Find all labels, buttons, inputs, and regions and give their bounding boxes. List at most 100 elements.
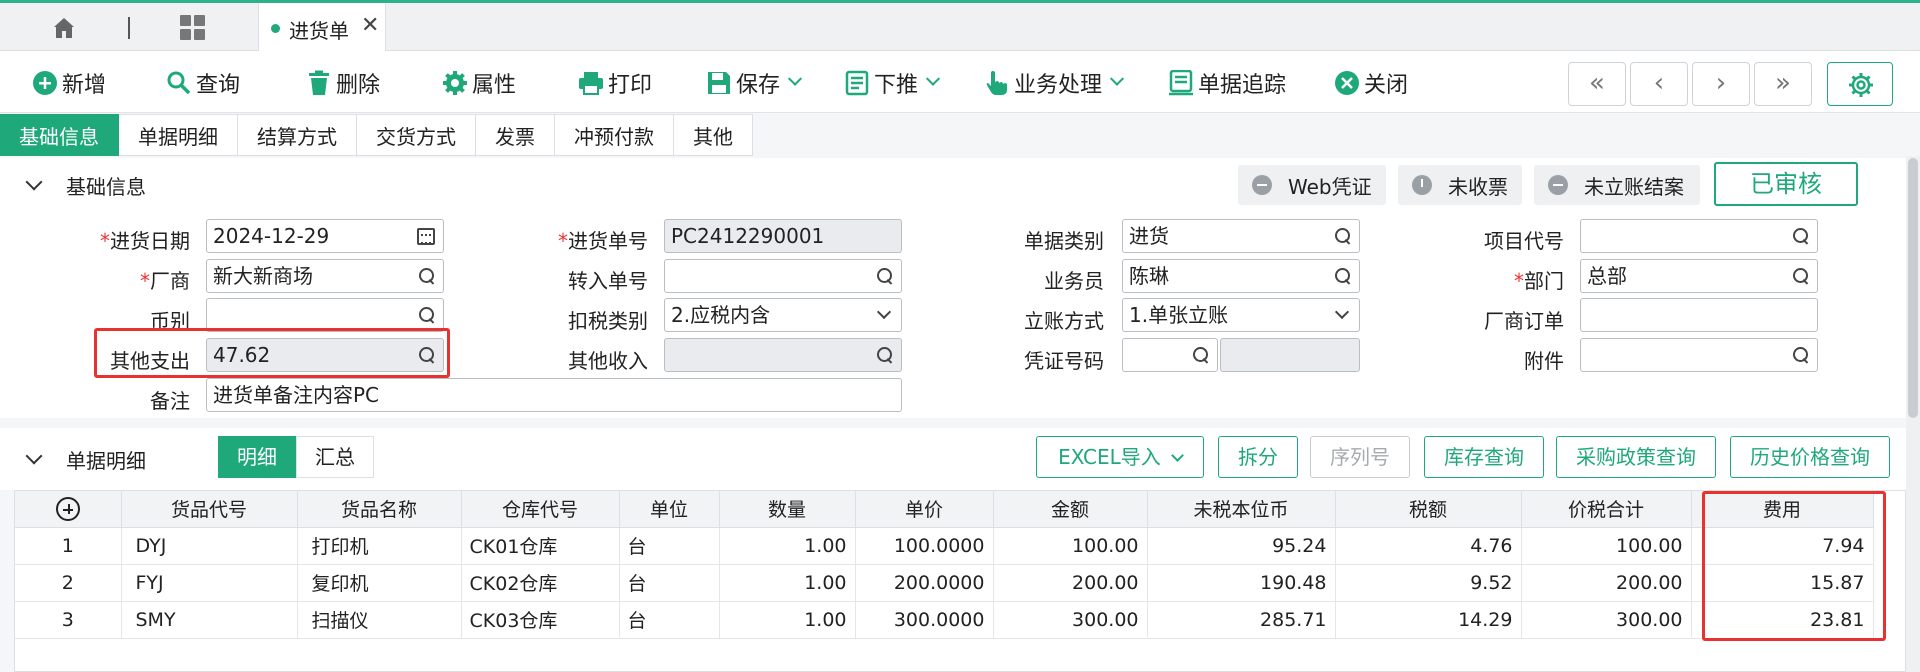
- cell-tax[interactable]: 9.52: [1335, 564, 1522, 602]
- cell-name[interactable]: 扫描仪: [297, 601, 462, 639]
- lookup-search-icon[interactable]: [1335, 268, 1351, 284]
- close-tab-icon[interactable]: ✕: [361, 13, 379, 38]
- cell-price[interactable]: 300.0000: [855, 601, 994, 639]
- lookup-search-icon[interactable]: [1793, 228, 1809, 244]
- cell-total[interactable]: 300.00: [1521, 601, 1692, 639]
- column-header[interactable]: 未税本位币: [1147, 491, 1336, 528]
- cell-warehouse[interactable]: CK03仓库: [461, 601, 620, 639]
- column-header[interactable]: 单位: [619, 491, 720, 528]
- collapse-chevron-icon[interactable]: [25, 173, 43, 191]
- cell-warehouse[interactable]: CK01仓库: [461, 527, 620, 565]
- import-no-field[interactable]: [664, 259, 902, 293]
- tab-other[interactable]: 其他: [674, 114, 753, 156]
- new-button[interactable]: 新增: [32, 68, 106, 98]
- trace-button[interactable]: 单据追踪: [1168, 68, 1286, 98]
- cell-code[interactable]: DYJ: [121, 527, 298, 565]
- purchase-date-field[interactable]: 2024-12-29: [206, 219, 444, 253]
- home-icon[interactable]: [52, 17, 76, 39]
- column-header[interactable]: 单价: [855, 491, 994, 528]
- column-header[interactable]: 数量: [719, 491, 856, 528]
- cell-qty[interactable]: 1.00: [719, 564, 856, 602]
- cell-pretax[interactable]: 285.71: [1147, 601, 1336, 639]
- table-row[interactable]: 3 SMY 扫描仪 CK03仓库 台 1.00 300.0000 300.00 …: [15, 601, 1874, 639]
- last-record-button[interactable]: »: [1754, 62, 1812, 106]
- chevron-down-icon[interactable]: [876, 304, 892, 320]
- tax-type-select[interactable]: 2.应税内含: [664, 298, 902, 332]
- lookup-search-icon[interactable]: [877, 268, 893, 284]
- voucher-no-field[interactable]: [1122, 338, 1218, 372]
- view-summary-button[interactable]: 汇总: [296, 436, 374, 478]
- view-detail-button[interactable]: 明细: [218, 436, 296, 478]
- cell-code[interactable]: SMY: [121, 601, 298, 639]
- cell-unit[interactable]: 台: [619, 527, 720, 565]
- push-down-button[interactable]: 下推: [844, 68, 941, 98]
- price-history-query-button[interactable]: 历史价格查询: [1730, 436, 1890, 478]
- tab-purchase-order[interactable]: 进货单 ✕: [258, 3, 386, 54]
- lookup-search-icon[interactable]: [877, 347, 893, 363]
- column-header[interactable]: 金额: [993, 491, 1148, 528]
- inventory-query-button[interactable]: 库存查询: [1424, 436, 1544, 478]
- vertical-scrollbar[interactable]: [1906, 156, 1920, 672]
- vendor-order-field[interactable]: [1580, 298, 1818, 332]
- column-header[interactable]: 仓库代号: [461, 491, 620, 528]
- cell-qty[interactable]: 1.00: [719, 527, 856, 565]
- cell-price[interactable]: 100.0000: [855, 527, 994, 565]
- tab-prepayment[interactable]: 冲预付款: [555, 114, 674, 156]
- close-button[interactable]: 关闭: [1334, 68, 1408, 98]
- column-header[interactable]: 货品名称: [297, 491, 462, 528]
- column-header[interactable]: 价税合计: [1521, 491, 1692, 528]
- cell-amount[interactable]: 100.00: [993, 527, 1148, 565]
- cell-warehouse[interactable]: CK02仓库: [461, 564, 620, 602]
- apps-grid-icon[interactable]: [180, 15, 206, 41]
- first-record-button[interactable]: «: [1568, 62, 1626, 106]
- split-button[interactable]: 拆分: [1218, 436, 1298, 478]
- scrollbar-thumb[interactable]: [1908, 158, 1918, 418]
- account-method-select[interactable]: 1.单张立账: [1122, 298, 1360, 332]
- cell-amount[interactable]: 300.00: [993, 601, 1148, 639]
- column-header[interactable]: 税额: [1335, 491, 1522, 528]
- purchase-policy-query-button[interactable]: 采购政策查询: [1556, 436, 1716, 478]
- cell-unit[interactable]: 台: [619, 601, 720, 639]
- calendar-icon[interactable]: [417, 228, 435, 245]
- cell-amount[interactable]: 200.00: [993, 564, 1148, 602]
- table-row[interactable]: 1 DYJ 打印机 CK01仓库 台 1.00 100.0000 100.00 …: [15, 527, 1874, 565]
- lookup-search-icon[interactable]: [419, 307, 435, 323]
- print-button[interactable]: 打印: [578, 68, 652, 98]
- cell-unit[interactable]: 台: [619, 564, 720, 602]
- cell-total[interactable]: 200.00: [1521, 564, 1692, 602]
- cell-tax[interactable]: 4.76: [1335, 527, 1522, 565]
- lookup-search-icon[interactable]: [1193, 347, 1209, 363]
- tab-invoice[interactable]: 发票: [476, 114, 555, 156]
- lookup-search-icon[interactable]: [419, 268, 435, 284]
- collapse-chevron-icon[interactable]: [25, 447, 43, 465]
- serial-number-button[interactable]: 序列号: [1310, 436, 1410, 478]
- department-field[interactable]: 总部: [1580, 259, 1818, 293]
- add-row-icon[interactable]: [55, 496, 80, 521]
- cell-code[interactable]: FYJ: [121, 564, 298, 602]
- vendor-field[interactable]: 新大新商场: [206, 259, 444, 293]
- query-button[interactable]: 查询: [166, 68, 240, 98]
- next-record-button[interactable]: ›: [1692, 62, 1750, 106]
- tab-settlement[interactable]: 结算方式: [238, 114, 357, 156]
- lookup-search-icon[interactable]: [1335, 228, 1351, 244]
- tab-delivery[interactable]: 交货方式: [357, 114, 476, 156]
- cell-name[interactable]: 复印机: [297, 564, 462, 602]
- doc-category-field[interactable]: 进货: [1122, 219, 1360, 253]
- add-row-cell[interactable]: [15, 491, 122, 528]
- tab-basic-info[interactable]: 基础信息: [0, 114, 119, 156]
- cell-price[interactable]: 200.0000: [855, 564, 994, 602]
- cell-total[interactable]: 100.00: [1521, 527, 1692, 565]
- settings-button[interactable]: [1827, 62, 1893, 106]
- project-code-field[interactable]: [1580, 219, 1818, 253]
- lookup-search-icon[interactable]: [1793, 268, 1809, 284]
- cell-qty[interactable]: 1.00: [719, 601, 856, 639]
- save-button[interactable]: 保存: [706, 68, 803, 98]
- cell-name[interactable]: 打印机: [297, 527, 462, 565]
- chevron-down-icon[interactable]: [1334, 304, 1350, 320]
- other-income-field[interactable]: [664, 338, 902, 372]
- cell-tax[interactable]: 14.29: [1335, 601, 1522, 639]
- column-header[interactable]: 货品代号: [121, 491, 298, 528]
- lookup-search-icon[interactable]: [1793, 347, 1809, 363]
- delete-button[interactable]: 删除: [306, 68, 380, 98]
- properties-button[interactable]: 属性: [442, 68, 516, 98]
